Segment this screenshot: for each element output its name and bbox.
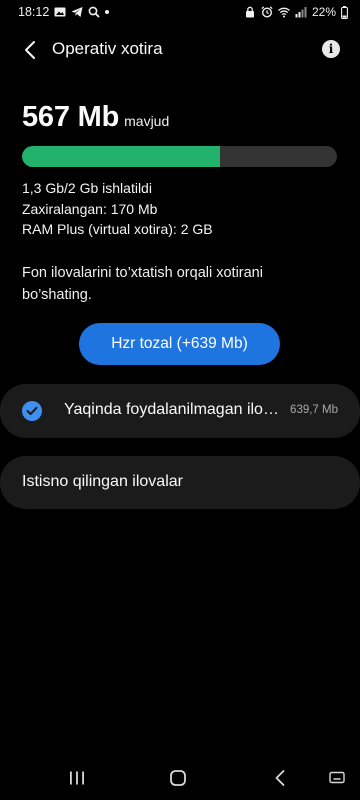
check-circle-icon[interactable] [22,401,42,421]
search-icon [88,6,100,18]
info-icon[interactable]: i [322,40,340,58]
memory-available-value: 567 Mb [22,101,120,133]
excluded-apps-label: Istisno qilingan ilovalar [22,473,183,490]
memory-used-line: 1,3 Gb/2 Gb ishlatildi [22,180,152,196]
screen: 18:12 22% Operativ xotira i 567 Mb mavju… [0,0,360,800]
clean-now-button[interactable]: Hzr tozal (+639 Mb) [79,323,280,365]
status-bar: 18:12 22% [0,0,360,24]
back-arrow-icon[interactable] [18,38,42,62]
alarm-icon [261,6,273,18]
memory-usage-bar [22,146,337,167]
unused-apps-size: 639,7 Mb [290,404,338,416]
telegram-icon [71,7,83,17]
app-bar: Operativ xotira i [0,30,360,70]
excluded-apps-row[interactable]: Istisno qilingan ilovalar [0,456,360,509]
page-title: Operativ xotira [52,39,163,58]
image-icon [54,7,66,17]
keyboard-icon[interactable] [325,766,349,790]
dot-icon [105,10,110,14]
battery-icon [341,5,348,19]
signal-icon [295,7,307,18]
navigation-bar [0,752,360,800]
wifi-icon [278,7,290,18]
memory-available: 567 Mb mavjud [22,101,169,134]
unused-apps-label: Yaqinda foydalanilmagan ilo… [64,401,279,418]
unused-apps-row[interactable]: Yaqinda foydalanilmagan ilo… 639,7 Mb [0,384,360,438]
memory-reserved-line: Zaxiralangan: 170 Mb [22,200,158,217]
status-right: 22% [244,5,348,19]
description-text: Fon ilovalarini to’xtatish orqali xotira… [22,265,263,303]
memory-stats: 1,3 Gb/2 Gb ishlatildi Zaxiralangan: 170… [22,178,213,240]
back-icon[interactable] [268,766,292,790]
status-time: 18:12 [18,5,50,19]
recent-apps-icon[interactable] [65,766,89,790]
battery-percent: 22% [311,5,336,19]
memory-available-suffix: mavjud [124,113,170,129]
ram-plus-line: RAM Plus (virtual xotira): 2 GB [22,221,213,237]
lock-icon [245,6,254,18]
home-icon[interactable] [166,766,190,790]
memory-usage-fill [22,146,221,167]
status-left: 18:12 [18,5,110,19]
